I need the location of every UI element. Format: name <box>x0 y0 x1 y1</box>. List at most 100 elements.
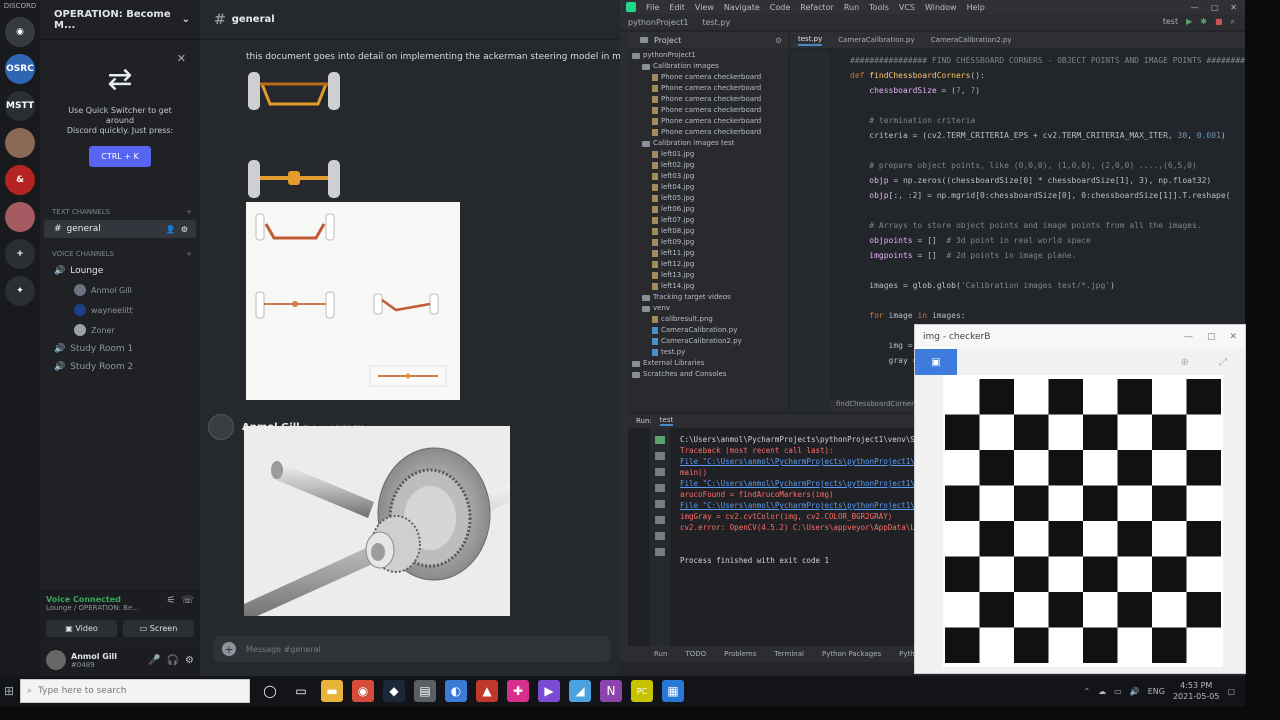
menu-item-refactor[interactable]: Refactor <box>800 3 834 12</box>
tree-item[interactable]: Calibration images test <box>628 138 788 149</box>
voice-location[interactable]: Lounge / OPERATION: Be... <box>46 604 139 612</box>
minimize-icon[interactable]: — <box>1184 332 1193 342</box>
add-channel-icon[interactable]: + <box>186 250 192 258</box>
menu-item-tools[interactable]: Tools <box>869 3 889 12</box>
gear-icon[interactable]: ⚙ <box>181 225 188 234</box>
menu-item-window[interactable]: Window <box>925 3 957 12</box>
tree-item[interactable]: left08.jpg <box>628 226 788 237</box>
channel-general[interactable]: # general 👤 ⚙ <box>44 220 196 238</box>
taskbar-onenote-icon[interactable]: N <box>600 680 622 702</box>
taskbar-visual-studio-icon[interactable]: ▶ <box>538 680 560 702</box>
editor-tab[interactable]: CameraCalibration.py <box>838 36 914 44</box>
gear-icon[interactable]: ⚙ <box>775 36 788 45</box>
chevron-up-icon[interactable]: ⌃ <box>1083 687 1090 696</box>
keyboard-language[interactable]: ENG <box>1148 687 1165 696</box>
menu-item-edit[interactable]: Edit <box>669 3 685 12</box>
server-explore[interactable]: ✦ <box>5 276 35 306</box>
wrap-icon[interactable] <box>655 500 665 508</box>
server-server-osrc[interactable]: OSRC <box>5 54 35 84</box>
server-add-server[interactable]: + <box>5 239 35 269</box>
network-icon[interactable]: ☁ <box>1098 687 1106 696</box>
gear-icon[interactable]: ⚙ <box>185 655 194 666</box>
microphone-icon[interactable]: 🎤 <box>148 655 160 666</box>
server-server-dnd[interactable]: & <box>5 165 35 195</box>
expand-icon[interactable]: ⤢ <box>1219 357 1227 368</box>
breadcrumb-file[interactable]: test.py <box>702 18 730 27</box>
tree-item[interactable]: External Libraries <box>628 358 788 369</box>
menu-item-navigate[interactable]: Navigate <box>724 3 760 12</box>
windows-start-icon[interactable]: ⊞ <box>0 676 18 706</box>
run-config-label[interactable]: test <box>1163 17 1178 27</box>
taskbar-clock[interactable]: 4:53 PM 2021-05-05 <box>1173 680 1220 702</box>
zoom-icon[interactable]: ⊕ <box>1181 357 1189 368</box>
tree-item[interactable]: CameraCalibration2.py <box>628 336 788 347</box>
tool-tab-terminal[interactable]: Terminal <box>774 650 804 658</box>
tree-item[interactable]: venv <box>628 303 788 314</box>
editor-tab[interactable]: CameraCalibration2.py <box>931 36 1012 44</box>
stop-icon[interactable]: ■ <box>1215 17 1223 27</box>
differential-gear-image[interactable] <box>244 426 510 616</box>
voice-channel-lounge[interactable]: 🔊 Lounge <box>40 262 200 280</box>
taskbar-app-red-icon[interactable]: ▲ <box>476 680 498 702</box>
scroll-down-icon[interactable] <box>655 484 665 492</box>
tool-tab-python-packages[interactable]: Python Packages <box>822 650 881 658</box>
steering-image-1[interactable] <box>246 70 346 114</box>
print-icon[interactable] <box>655 516 665 524</box>
taskbar-search-input[interactable]: ⌕ Type here to search <box>20 679 250 703</box>
taskbar-task-view-icon[interactable]: ◯ <box>259 680 281 702</box>
server-home[interactable]: ◉ <box>5 17 35 47</box>
taskbar-steam-icon[interactable]: ◆ <box>383 680 405 702</box>
menu-item-run[interactable]: Run <box>844 3 859 12</box>
server-server-mstt[interactable]: MSTT <box>5 91 35 121</box>
debug-icon[interactable]: ✱ <box>1200 17 1207 27</box>
message-composer[interactable]: + Message #general <box>214 636 610 662</box>
video-button[interactable]: ▣ Video <box>46 620 117 637</box>
tree-item[interactable]: left02.jpg <box>628 160 788 171</box>
menu-item-vcs[interactable]: VCS <box>899 3 915 12</box>
pin-icon[interactable] <box>655 532 665 540</box>
voice-user[interactable]: Anmol Gill <box>40 280 200 300</box>
taskbar-app-blue-icon[interactable]: ◐ <box>445 680 467 702</box>
taskbar-chrome-icon[interactable]: ◉ <box>352 680 374 702</box>
tree-item[interactable]: CameraCalibration.py <box>628 325 788 336</box>
avatar[interactable] <box>208 414 234 440</box>
maximize-icon[interactable]: ▢ <box>1211 3 1219 12</box>
headphones-icon[interactable]: 🎧 <box>167 655 179 666</box>
close-icon[interactable]: ✕ <box>1229 332 1237 342</box>
disconnect-icon[interactable]: ☏ <box>181 595 194 612</box>
menu-item-file[interactable]: File <box>646 3 659 12</box>
volume-icon[interactable]: 🔊 <box>1130 687 1140 696</box>
voice-user[interactable]: wayneelitt <box>40 300 200 320</box>
server-server-avatar[interactable] <box>5 128 35 158</box>
voice-user[interactable]: Zoner <box>40 320 200 340</box>
tree-item[interactable]: Phone camera checkerboard <box>628 72 788 83</box>
trash-icon[interactable] <box>655 548 665 556</box>
tree-item[interactable]: left05.jpg <box>628 193 788 204</box>
tree-item[interactable]: Tracking target videos <box>628 292 788 303</box>
tree-item[interactable]: Phone camera checkerboard <box>628 83 788 94</box>
taskbar-app-multicolor-icon[interactable]: ✚ <box>507 680 529 702</box>
chessboard-canvas[interactable] <box>943 375 1223 667</box>
search-icon[interactable]: ⌕ <box>1231 17 1235 27</box>
tree-item[interactable]: Phone camera checkerboard <box>628 94 788 105</box>
tool-tab-problems[interactable]: Problems <box>724 650 756 658</box>
tool-tab-run[interactable]: Run <box>654 650 667 658</box>
server-server-anime[interactable] <box>5 202 35 232</box>
rerun-icon[interactable] <box>655 436 665 444</box>
project-tab[interactable]: Project ⚙ <box>628 32 788 48</box>
menu-item-help[interactable]: Help <box>967 3 985 12</box>
avatar[interactable] <box>46 650 66 670</box>
taskbar-app-grey-icon[interactable]: ▤ <box>414 680 436 702</box>
taskbar-file-explorer-icon[interactable]: ▬ <box>321 680 343 702</box>
tree-item[interactable]: pythonProject1 <box>628 50 788 61</box>
run-tab-test[interactable]: test <box>659 416 674 426</box>
stop-icon[interactable] <box>655 452 665 460</box>
taskbar-app-lightblue-icon[interactable]: ◢ <box>569 680 591 702</box>
add-channel-icon[interactable]: + <box>186 208 192 216</box>
add-user-icon[interactable]: 👤 <box>166 225 176 234</box>
tree-item[interactable]: Scratches and Consoles <box>628 369 788 380</box>
guild-header[interactable]: OPERATION: Become M... ⌄ <box>40 0 200 40</box>
tree-item[interactable]: test.py <box>628 347 788 358</box>
tool-tab-todo[interactable]: TODO <box>685 650 706 658</box>
tree-item[interactable]: Phone camera checkerboard <box>628 127 788 138</box>
